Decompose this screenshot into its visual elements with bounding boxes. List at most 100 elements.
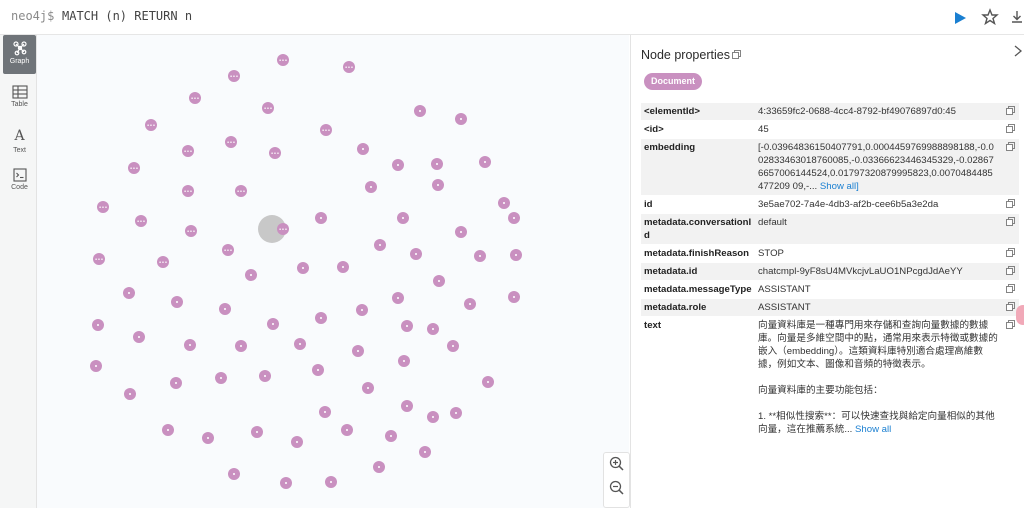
graph-icon (12, 41, 27, 56)
node-dot (424, 451, 426, 453)
node-dot (167, 429, 169, 431)
zoom-out-icon[interactable] (608, 479, 626, 497)
copy-icon[interactable] (1006, 284, 1015, 293)
node-dot (128, 292, 130, 294)
favorite-star-icon[interactable] (980, 7, 1000, 27)
node-dot (432, 416, 434, 418)
sidebar-item-code[interactable]: Code (3, 163, 36, 202)
property-key: <elementId> (644, 106, 700, 117)
node-dot (367, 387, 369, 389)
panel-title: Node properties (641, 48, 730, 62)
node-dot (469, 303, 471, 305)
table-icon (11, 85, 28, 99)
node-caption: ••• (237, 189, 246, 195)
node-caption: ••• (279, 58, 288, 64)
property-value: STOP (758, 248, 784, 259)
node-dot (317, 369, 319, 371)
node-caption: ••• (230, 74, 239, 80)
show-all-link[interactable]: Show all] (820, 181, 859, 192)
node-dot (324, 411, 326, 413)
node-dot (484, 161, 486, 163)
node-caption: ••• (95, 257, 104, 263)
download-icon[interactable] (1010, 7, 1024, 27)
node-dot (224, 308, 226, 310)
node-dot (95, 365, 97, 367)
node-caption: ••• (227, 140, 236, 146)
table-row: metadata.role ASSISTANT (641, 299, 1019, 317)
query-input[interactable]: MATCH (n) RETURN n (62, 9, 192, 23)
node-dot (285, 482, 287, 484)
copy-icon[interactable] (1006, 106, 1015, 115)
node-caption: ••• (159, 260, 168, 266)
sidebar-item-text[interactable]: A Text (3, 123, 36, 162)
copy-icon[interactable] (1006, 266, 1015, 275)
graph-canvas[interactable]: ••• ••• ••• ••• ••• ••• ••• ••• ••• ••• ••• ••• ••• •… (37, 35, 629, 508)
property-key: id (644, 199, 653, 210)
node-dot (436, 163, 438, 165)
node-dot (272, 323, 274, 325)
embedding-value: [-0.03964836150407791,0.0004459769988898… (758, 142, 994, 192)
node-dot (503, 202, 505, 204)
node-dot (437, 184, 439, 186)
table-row: text 向量資料庫是一種專門用來存儲和查詢向量數據的數據庫。向量是多維空間中的… (641, 317, 1019, 439)
node-dot (346, 429, 348, 431)
copy-icon[interactable] (1006, 302, 1015, 311)
sidebar-item-table[interactable]: Table (3, 80, 36, 119)
node-dot (397, 297, 399, 299)
node-dot (379, 244, 381, 246)
copy-icon[interactable] (732, 50, 741, 59)
node-dot (138, 336, 140, 338)
node-dot (513, 217, 515, 219)
node-dot (320, 217, 322, 219)
copy-icon[interactable] (1006, 124, 1015, 133)
sidebar-label-table: Table (11, 101, 28, 108)
node-dot (432, 328, 434, 330)
node-dot (207, 437, 209, 439)
copy-icon[interactable] (1006, 320, 1015, 329)
graph-visualization[interactable]: ••• ••• ••• ••• ••• ••• ••• ••• ••• ••• ••• ••• ••• •… (37, 35, 629, 508)
node-caption: ••• (130, 166, 139, 172)
node-dot (403, 360, 405, 362)
run-query-button[interactable] (950, 8, 970, 28)
copy-icon[interactable] (1006, 217, 1015, 226)
table-row: metadata.id chatcmpl-9yF8sU4MVkcjvLaUO1N… (641, 263, 1019, 281)
query-editor[interactable]: neo4j$ MATCH (n) RETURN n (0, 0, 1024, 35)
property-key: metadata.messageType (644, 284, 752, 295)
property-value: [-0.03964836150407791,0.0004459769988898… (755, 139, 1001, 195)
table-row: embedding [-0.03964836150407791,0.000445… (641, 139, 1019, 196)
code-icon (12, 168, 27, 182)
sidebar-item-graph[interactable]: Graph (3, 35, 36, 74)
node-dot (264, 375, 266, 377)
node-dot (97, 324, 99, 326)
node-caption: ••• (137, 219, 146, 225)
node-dot (175, 382, 177, 384)
zoom-controls (603, 452, 630, 508)
editor-prompt: neo4j$ (11, 9, 55, 23)
node-dot (460, 231, 462, 233)
text-icon: A (14, 128, 25, 144)
node-dot (390, 435, 392, 437)
show-all-link[interactable]: Show all (855, 424, 891, 435)
node-label-chip[interactable]: Document (644, 73, 703, 90)
copy-icon[interactable] (1006, 142, 1015, 151)
node-dot (402, 217, 404, 219)
node-caption: ••• (147, 123, 156, 129)
node-dot (406, 405, 408, 407)
property-key: metadata.finishReason (644, 248, 750, 259)
chevron-right-icon[interactable] (1012, 44, 1024, 58)
table-row: <elementId> 4:33659fc2-0688-4cc4-8792-bf… (641, 103, 1019, 121)
node-caption: ••• (264, 106, 273, 112)
node-caption: ••• (191, 96, 200, 102)
zoom-in-icon[interactable] (608, 455, 626, 473)
node-dot (129, 393, 131, 395)
node-properties-panel: Node properties Document <elementId> 4:3… (630, 35, 1024, 508)
copy-icon[interactable] (1006, 248, 1015, 257)
property-value: chatcmpl-9yF8sU4MVkcjvLaUO1NPcgdJdAeYY (758, 266, 963, 277)
property-value: 45 (758, 124, 769, 135)
copy-icon[interactable] (1006, 199, 1015, 208)
properties-table: <elementId> 4:33659fc2-0688-4cc4-8792-bf… (641, 103, 1019, 439)
side-tab-handle[interactable] (1016, 305, 1024, 325)
property-value: ASSISTANT (758, 284, 811, 295)
node-dot (397, 164, 399, 166)
node-caption: ••• (345, 65, 354, 71)
